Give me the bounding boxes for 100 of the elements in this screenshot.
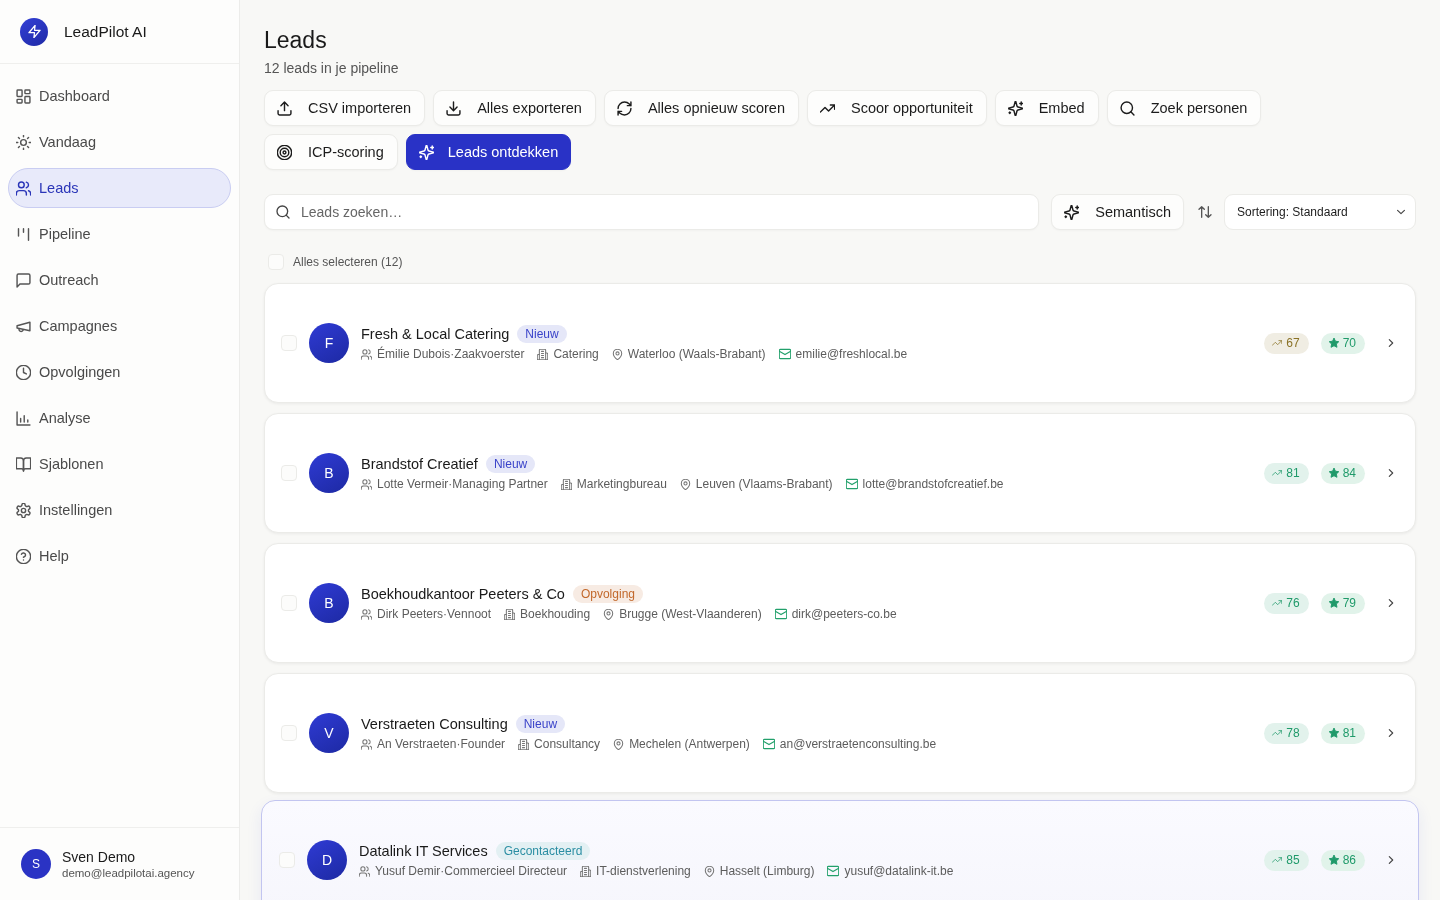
search-icon	[276, 205, 290, 219]
lead-card[interactable]: B Boekhoudkantoor Peeters & Co Opvolging Dirk Peeters·Vennoot Boekhouding Brugge (West-Vlaanderen) dirk@peeters-co.be 76 79	[264, 543, 1416, 663]
industry-text: Boekhouding	[520, 607, 591, 621]
nav-item[interactable]: Sjablonen	[8, 444, 231, 484]
location-text: Leuven (Vlaams-Brabant)	[695, 477, 833, 491]
lead-score-text: 79	[1342, 596, 1356, 610]
icp-scoring-button[interactable]: ICP-scoring	[264, 134, 398, 170]
mail-icon	[778, 348, 791, 360]
location-text: Mechelen (Antwerpen)	[629, 737, 750, 751]
dashboard-grid-icon	[16, 88, 31, 104]
star-icon	[1328, 728, 1339, 738]
nav-item[interactable]: Outreach	[8, 260, 231, 300]
lead-score-text: 81	[1342, 726, 1356, 740]
rescore-all-button[interactable]: Alles opnieuw scoren	[603, 90, 799, 126]
lead-card[interactable]: B Brandstof Creatief Nieuw Lotte Vermeir·Managing Partner Marketingbureau Leuven (Vlaams-Brabant) lotte@brandstofcreatief.be 81 84	[264, 413, 1416, 533]
trend-up-icon	[1272, 468, 1283, 478]
score-opportunity-button[interactable]: Scoor opportuniteit	[806, 90, 987, 126]
lead-card[interactable]: D Datalink IT Services Gecontacteerd Yusuf Demir·Commercieel Directeur IT-dienstverlening Hasselt (Limburg) yusuf@datalink-it.be 85 86	[261, 800, 1419, 900]
company-avatar: F	[309, 323, 349, 363]
building-icon	[504, 608, 516, 620]
industry-text: Marketingbureau	[576, 477, 667, 491]
trend-up-icon	[1272, 338, 1283, 348]
opportunity-score-text: 78	[1286, 726, 1300, 740]
contact-icon	[361, 608, 372, 620]
star-icon	[1328, 855, 1339, 865]
lead-card[interactable]: F Fresh & Local Catering Nieuw Émilie Dubois·Zaakvoerster Catering Waterloo (Waals-Brabant) emilie@freshlocal.be 67 70	[264, 283, 1416, 403]
settings-icon	[16, 502, 31, 518]
building-icon	[537, 348, 549, 360]
contact-icon	[359, 865, 370, 877]
opportunity-score-text: 85	[1286, 853, 1300, 867]
building-icon	[580, 865, 592, 877]
email-text: emilie@freshlocal.be	[795, 347, 908, 361]
nav-item[interactable]: Pipeline	[8, 214, 231, 254]
semantic-search-button[interactable]: Semantisch	[1051, 194, 1184, 230]
import-csv-button[interactable]: CSV importeren	[264, 90, 426, 126]
map-pin-icon	[679, 478, 691, 490]
nav-item[interactable]: Help	[8, 536, 231, 576]
contact-name: Lotte Vermeir·Managing Partner	[377, 477, 548, 491]
sun-icon	[16, 134, 31, 150]
email-text: dirk@peeters-co.be	[791, 607, 897, 621]
sparkles-icon	[1064, 204, 1080, 220]
email-text: yusuf@datalink-it.be	[844, 864, 954, 878]
search-field[interactable]: Leads zoeken…	[264, 194, 1040, 230]
contact-name: An Verstraeten·Founder	[377, 737, 506, 751]
mail-icon	[774, 608, 787, 620]
nav-item[interactable]: Vandaag	[8, 122, 231, 162]
trend-up-icon	[1272, 728, 1283, 738]
user-avatar: S	[21, 849, 51, 879]
email-text: an@verstraetenconsulting.be	[779, 737, 937, 751]
company-name: Brandstof Creatief	[361, 456, 478, 472]
company-avatar: V	[309, 713, 349, 753]
contact-name: Yusuf Demir·Commercieel Directeur	[375, 864, 568, 878]
brand-name: LeadPilot AI	[64, 22, 147, 41]
find-people-button[interactable]: Zoek personen	[1106, 90, 1262, 126]
status-badge: Nieuw	[485, 455, 536, 473]
star-icon	[1328, 598, 1339, 608]
mail-icon	[827, 865, 840, 877]
search-icon	[1119, 100, 1135, 116]
lead-card[interactable]: V Verstraeten Consulting Nieuw An Verstraeten·Founder Consultancy Mechelen (Antwerpen) an@verstraetenconsulting.be 78 81	[264, 673, 1416, 793]
help-icon	[16, 548, 31, 564]
nav-item[interactable]: Analyse	[8, 398, 231, 438]
nav-item[interactable]: Campagnes	[8, 306, 231, 346]
contact-name: Dirk Peeters·Vennoot	[377, 607, 492, 621]
building-icon	[518, 738, 530, 750]
select-all-label: Alles selecteren (12)	[293, 255, 403, 269]
target-icon	[277, 144, 292, 160]
discover-leads-button[interactable]: Leads ontdekken	[405, 134, 572, 170]
company-avatar: D	[307, 840, 347, 880]
opportunity-score-text: 81	[1286, 466, 1300, 480]
industry-text: IT-dienstverlening	[596, 864, 691, 878]
map-pin-icon	[603, 608, 615, 620]
nav-item[interactable]: Opvolgingen	[8, 352, 231, 392]
refresh-icon	[616, 100, 632, 116]
opportunity-score-text: 67	[1286, 336, 1300, 350]
map-pin-icon	[611, 348, 623, 360]
nav-item[interactable]: Dashboard	[8, 76, 231, 116]
map-pin-icon	[613, 738, 625, 750]
book-icon	[16, 456, 31, 472]
sort-arrows-icon	[1198, 205, 1212, 219]
location-text: Hasselt (Limburg)	[719, 864, 815, 878]
mail-icon	[845, 478, 858, 490]
location-text: Brugge (West-Vlaanderen)	[619, 607, 762, 621]
sort-dropdown[interactable]: Sortering: Standaard	[1224, 194, 1416, 230]
columns-icon	[16, 226, 31, 242]
opportunity-score-text: 76	[1286, 596, 1300, 610]
embed-button[interactable]: Embed	[994, 90, 1099, 126]
company-name: Datalink IT Services	[359, 843, 488, 859]
lead-score-text: 86	[1342, 853, 1356, 867]
user-name: Sven Demo	[62, 849, 137, 865]
nav-item[interactable]: Leads	[8, 168, 231, 208]
lead-score-text: 70	[1342, 336, 1356, 350]
status-badge: Nieuw	[515, 715, 566, 733]
industry-text: Consultancy	[534, 737, 601, 751]
company-name: Fresh & Local Catering	[361, 326, 510, 342]
trend-up-icon	[1272, 855, 1283, 865]
company-avatar: B	[309, 583, 349, 623]
export-all-button[interactable]: Alles exporteren	[433, 90, 596, 126]
email-text: lotte@brandstofcreatief.be	[862, 477, 1004, 491]
lightning-logo-icon	[20, 17, 48, 46]
nav-item[interactable]: Instellingen	[8, 490, 231, 530]
